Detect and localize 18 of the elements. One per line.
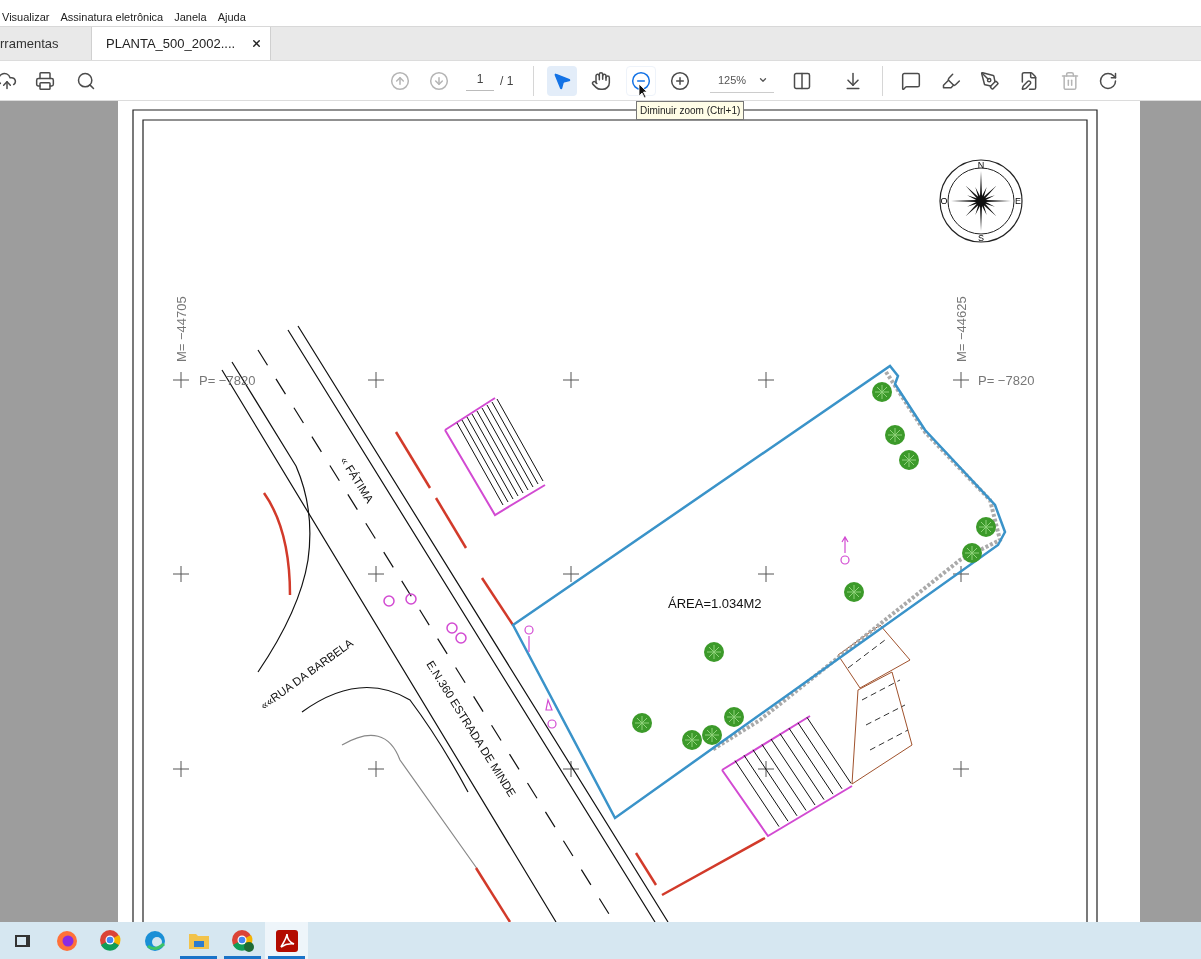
tooltip: Diminuir zoom (Ctrl+1) — [636, 101, 745, 120]
menu-item[interactable]: Ajuda — [217, 8, 246, 26]
menu-item[interactable]: Janela — [174, 8, 207, 26]
document-tab[interactable]: PLANTA_500_2002.... — [91, 27, 271, 60]
area-label: ÁREA=1.034M2 — [668, 596, 762, 611]
menu-item[interactable]: Visualizar — [2, 8, 50, 26]
compass-letter: E — [1015, 196, 1021, 206]
compass-letter: N — [977, 160, 985, 170]
compass-letter: S — [978, 233, 984, 243]
page-total: / 1 — [500, 72, 514, 90]
compass-letter: O — [940, 196, 948, 206]
zoom-dropdown[interactable]: 125% — [710, 68, 774, 93]
coordinate-label: M= −44705 — [174, 296, 189, 362]
coordinate-label: P= −7820 — [978, 373, 1035, 388]
document-tab[interactable]: rramentas — [0, 27, 91, 60]
page-number-field[interactable]: 1 — [466, 70, 494, 91]
coordinate-label: M= −44625 — [954, 296, 969, 362]
menu-item[interactable]: Assinatura eletrônica — [60, 8, 164, 26]
